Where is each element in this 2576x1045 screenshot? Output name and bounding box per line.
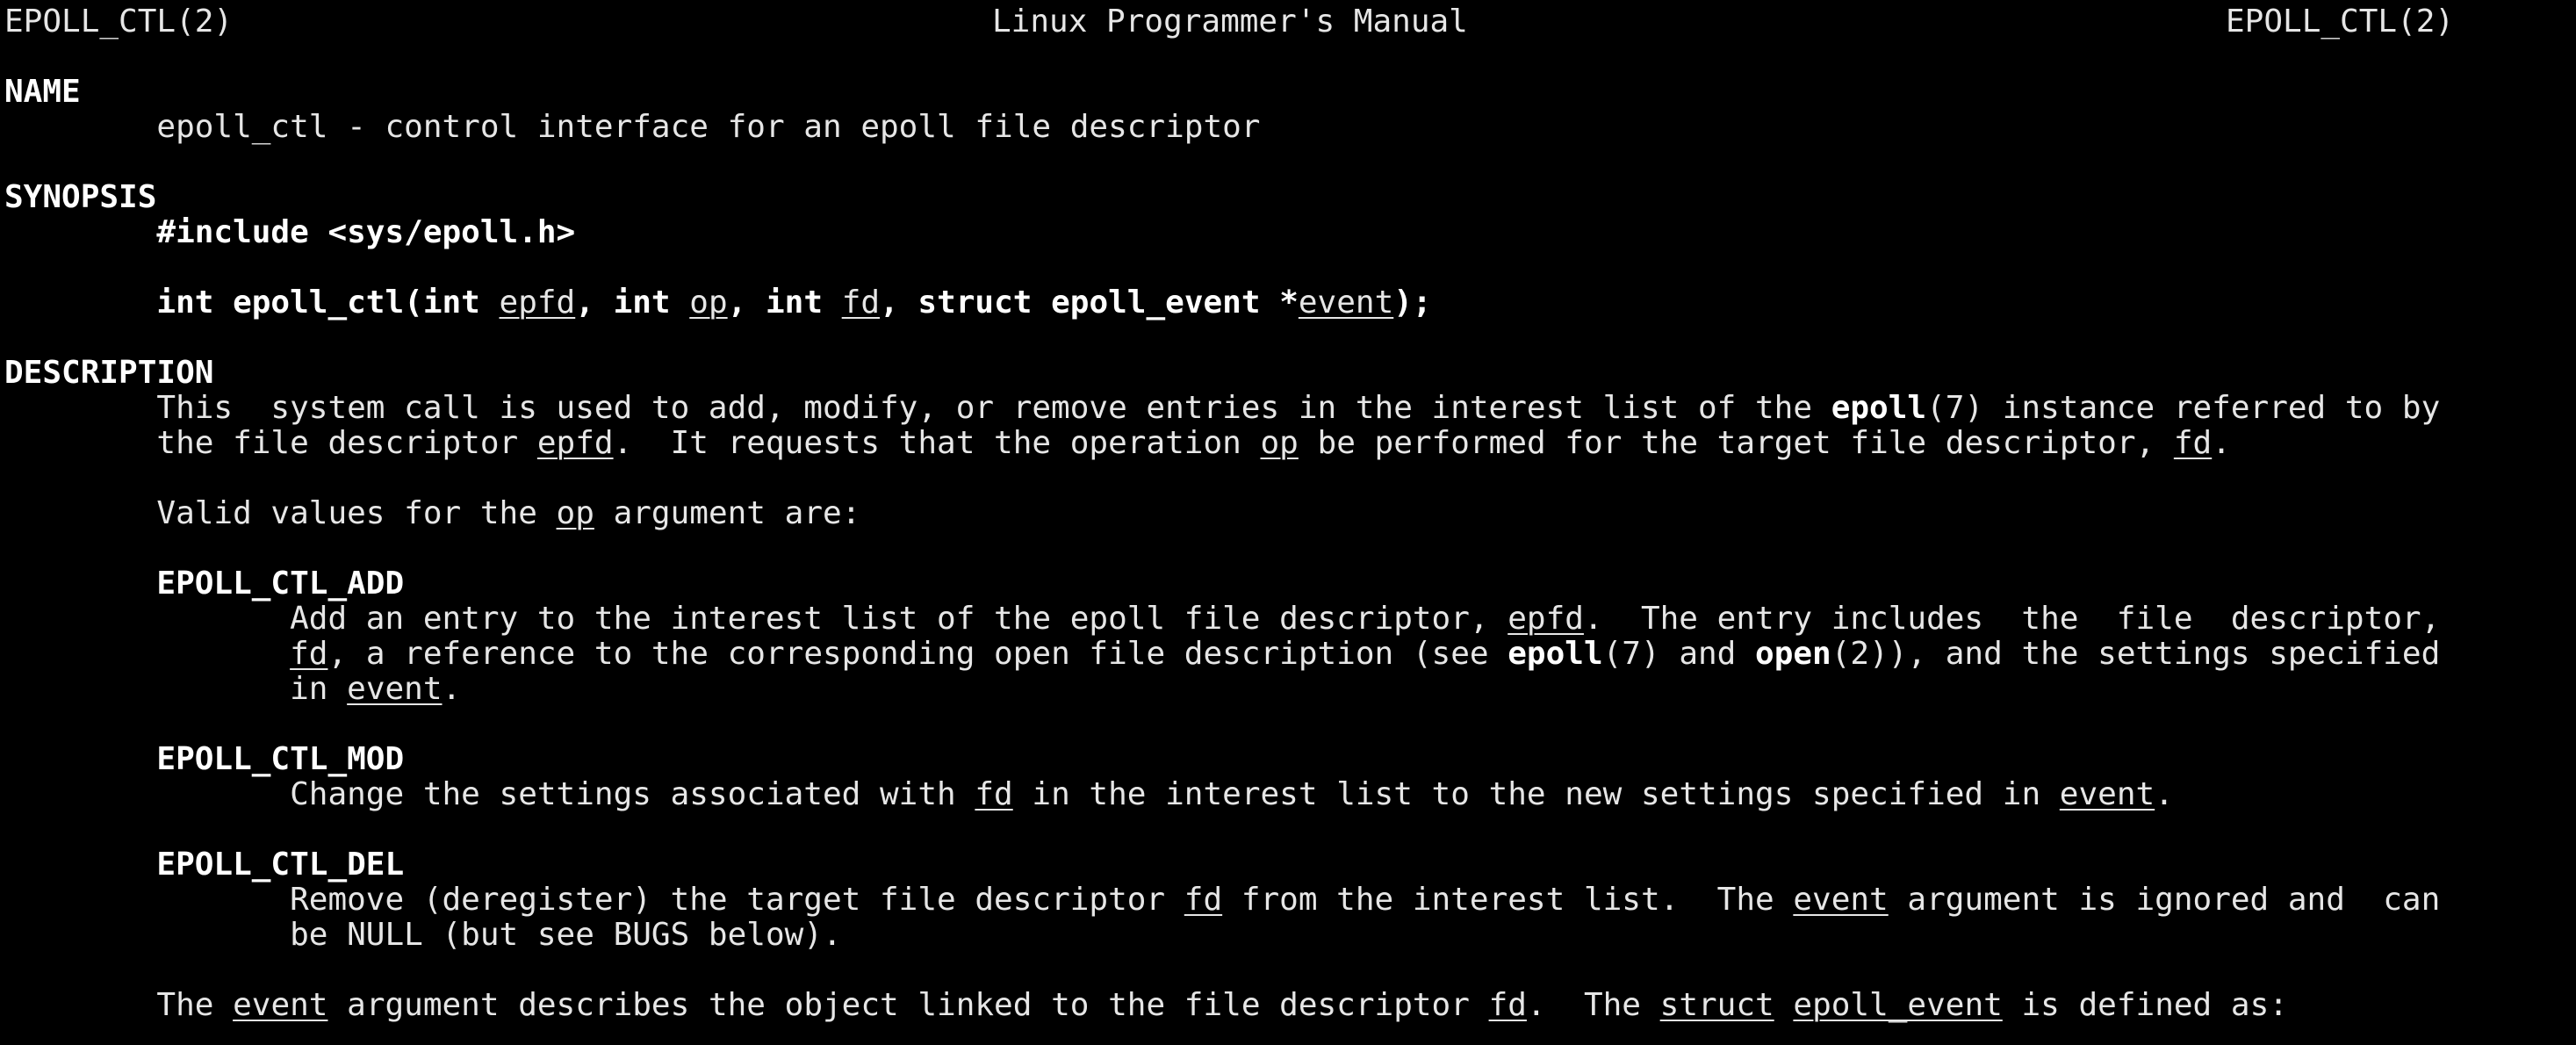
add-line1: Add an entry to the interest list of the… bbox=[4, 602, 2572, 637]
param-op: op bbox=[556, 496, 594, 531]
proto-text: int epoll_ctl(int bbox=[156, 285, 500, 321]
include-directive: #include <sys/epoll.h> bbox=[156, 215, 576, 250]
text: the file descriptor bbox=[156, 426, 537, 461]
text: . bbox=[2155, 777, 2174, 812]
param-fd: fd bbox=[975, 777, 1013, 812]
param-event: event bbox=[2059, 777, 2155, 812]
ref-epoll: epoll bbox=[1831, 391, 1927, 426]
param-epfd: epfd bbox=[536, 426, 614, 461]
term-label: EPOLL_CTL_ADD bbox=[156, 566, 405, 602]
param-op: op bbox=[689, 285, 728, 321]
text: argument describes the object linked to … bbox=[327, 988, 1489, 1023]
text: . It requests that the operation bbox=[613, 426, 1261, 461]
del-line2: be NULL (but see BUGS below). bbox=[4, 918, 2572, 953]
text: The bbox=[156, 988, 234, 1023]
keyword-struct: struct bbox=[1659, 988, 1774, 1023]
del-line1: Remove (deregister) the target file desc… bbox=[4, 883, 2572, 918]
term-epoll-ctl-add: EPOLL_CTL_ADD bbox=[4, 566, 2572, 602]
description-para1-line2: the file descriptor epfd. It requests th… bbox=[4, 426, 2572, 461]
text: Valid values for the bbox=[156, 496, 557, 531]
text: in bbox=[290, 672, 348, 707]
section-heading-name: NAME bbox=[4, 75, 2572, 110]
param-op: op bbox=[1260, 426, 1299, 461]
term-label: EPOLL_CTL_DEL bbox=[156, 847, 405, 883]
mod-line1: Change the settings associated with fd i… bbox=[4, 777, 2572, 812]
header-center: Linux Programmer's Manual bbox=[992, 4, 1468, 40]
text: Change the settings associated with bbox=[290, 777, 975, 812]
param-fd: fd bbox=[841, 285, 881, 321]
synopsis-include: #include <sys/epoll.h> bbox=[4, 215, 2572, 250]
text: be NULL (but see BUGS below). bbox=[290, 918, 842, 953]
terminal-window[interactable]: EPOLL_CTL(2) Linux Programmer's Manual E… bbox=[4, 4, 2572, 1041]
description-event-struct: The event argument describes the object … bbox=[4, 988, 2572, 1023]
text: (7) instance referred to by bbox=[1926, 391, 2441, 426]
section-heading-synopsis: SYNOPSIS bbox=[4, 180, 2572, 215]
text: in the interest list to the new settings… bbox=[1012, 777, 2060, 812]
description-para1-line1: This system call is used to add, modify,… bbox=[4, 391, 2572, 426]
synopsis-prototype: int epoll_ctl(int epfd, int op, int fd, … bbox=[4, 285, 2572, 321]
param-event: event bbox=[347, 672, 443, 707]
param-event: event bbox=[1793, 883, 1889, 918]
text: . The entry includes the file descriptor… bbox=[1583, 602, 2441, 637]
text: , a reference to the corresponding open … bbox=[327, 637, 1508, 672]
term-epoll-ctl-mod: EPOLL_CTL_MOD bbox=[4, 742, 2572, 777]
description-valid-values: Valid values for the op argument are: bbox=[4, 496, 2572, 531]
text: (2)), and the settings specified bbox=[1831, 637, 2441, 672]
param-event: event bbox=[1298, 285, 1394, 321]
ref-open: open bbox=[1755, 637, 1831, 672]
param-fd: fd bbox=[1488, 988, 1527, 1023]
proto-text: , int bbox=[575, 285, 690, 321]
type-epoll-event: epoll_event bbox=[1793, 988, 2003, 1023]
text: This system call is used to add, modify,… bbox=[156, 391, 1831, 426]
text: Remove (deregister) the target file desc… bbox=[290, 883, 1184, 918]
text: argument is ignored and can bbox=[1888, 883, 2441, 918]
heading-text: DESCRIPTION bbox=[4, 356, 214, 391]
name-summary: epoll_ctl - control interface for an epo… bbox=[156, 110, 1261, 145]
param-fd: fd bbox=[290, 637, 328, 672]
param-fd: fd bbox=[1184, 883, 1223, 918]
term-epoll-ctl-del: EPOLL_CTL_DEL bbox=[4, 847, 2572, 883]
add-line3: in event. bbox=[4, 672, 2572, 707]
proto-text: , int bbox=[727, 285, 842, 321]
param-event: event bbox=[233, 988, 328, 1023]
text: from the interest list. The bbox=[1222, 883, 1794, 918]
proto-text: ); bbox=[1393, 285, 1432, 321]
text: be performed for the target file descrip… bbox=[1298, 426, 2174, 461]
text: . The bbox=[1526, 988, 1660, 1023]
text bbox=[1774, 988, 1794, 1023]
proto-text: , struct epoll_event * bbox=[880, 285, 1299, 321]
text: argument are: bbox=[594, 496, 861, 531]
ref-epoll: epoll bbox=[1507, 637, 1603, 672]
text: is defined as: bbox=[2002, 988, 2288, 1023]
name-text: epoll_ctl - control interface for an epo… bbox=[4, 110, 2572, 145]
header-left: EPOLL_CTL(2) bbox=[4, 4, 234, 40]
header-right: EPOLL_CTL(2) bbox=[2226, 4, 2455, 40]
text: (7) and bbox=[1602, 637, 1756, 672]
heading-text: SYNOPSIS bbox=[4, 180, 157, 215]
text: . bbox=[442, 672, 462, 707]
add-line2: fd, a reference to the corresponding ope… bbox=[4, 637, 2572, 672]
man-header: EPOLL_CTL(2) Linux Programmer's Manual E… bbox=[4, 4, 2572, 40]
param-fd: fd bbox=[2173, 426, 2213, 461]
term-label: EPOLL_CTL_MOD bbox=[156, 742, 405, 777]
param-epfd: epfd bbox=[499, 285, 576, 321]
section-heading-description: DESCRIPTION bbox=[4, 356, 2572, 391]
text: . bbox=[2212, 426, 2231, 461]
param-epfd: epfd bbox=[1507, 602, 1584, 637]
text: Add an entry to the interest list of the… bbox=[290, 602, 1508, 637]
